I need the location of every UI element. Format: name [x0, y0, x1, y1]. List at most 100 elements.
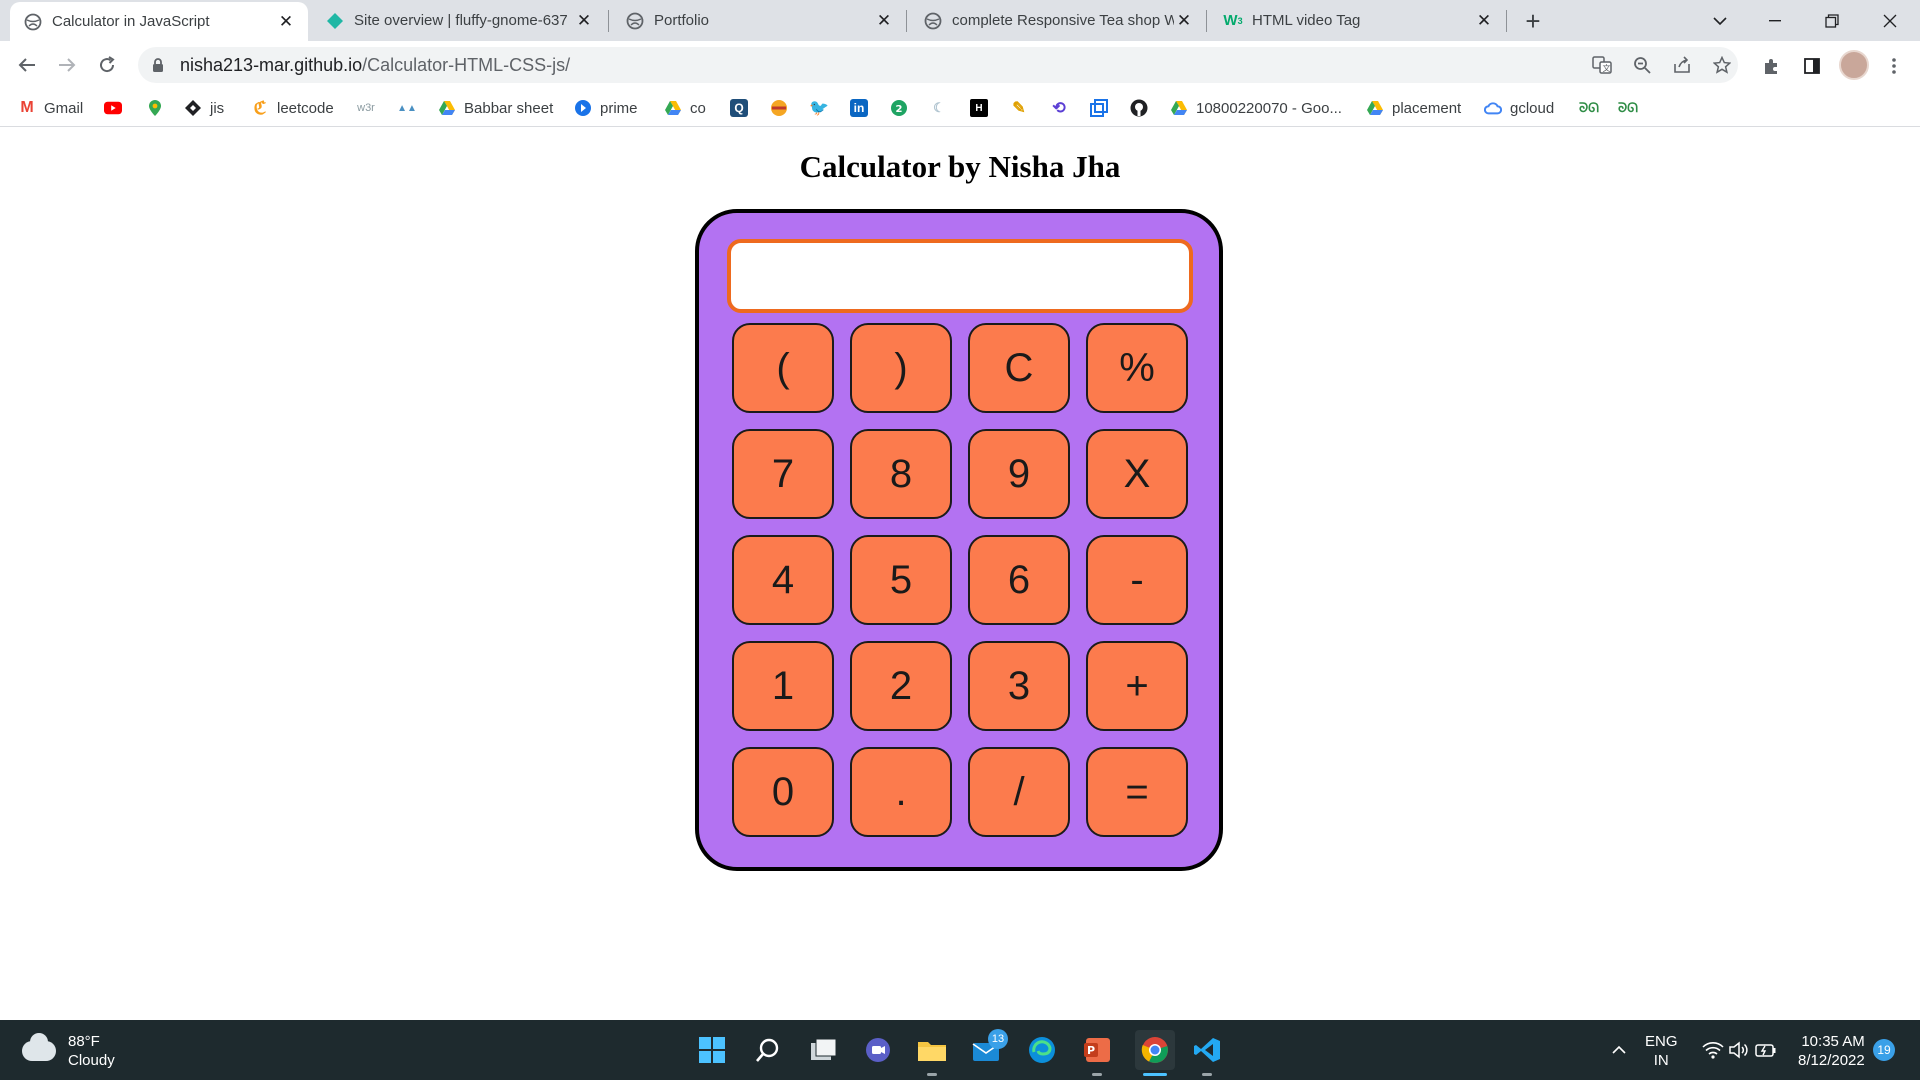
bookmark-leetcode[interactable]: ℭleetcode	[251, 96, 334, 120]
bookmark-youtube[interactable]	[104, 96, 130, 120]
file-explorer-button[interactable]	[915, 1033, 949, 1067]
bookmark-jis[interactable]: jis	[184, 96, 224, 120]
bookmark-gfg[interactable]: ᘐᘏ	[1618, 96, 1645, 120]
bookmark-moon[interactable]: ☾	[930, 96, 956, 120]
key-percent[interactable]: %	[1086, 323, 1188, 413]
bookmark-search-tool[interactable]: Q	[730, 96, 756, 120]
gfg-icon: ᘐᘏ	[1618, 100, 1638, 115]
notification-badge[interactable]: 19	[1873, 1039, 1895, 1061]
close-icon[interactable]: ✕	[1174, 11, 1194, 31]
share-icon[interactable]	[1667, 50, 1697, 80]
close-icon[interactable]: ✕	[276, 12, 296, 32]
tab-html-video[interactable]: W3 HTML video Tag ✕	[1210, 0, 1506, 41]
vscode-icon	[1194, 1038, 1220, 1062]
start-button[interactable]	[695, 1033, 729, 1067]
tab-calculator[interactable]: Calculator in JavaScript ✕	[10, 2, 308, 41]
key-6[interactable]: 6	[968, 535, 1070, 625]
clock[interactable]: 10:35 AM 8/12/2022	[1798, 1032, 1865, 1070]
tab-site-overview[interactable]: Site overview | fluffy-gnome-637 ✕	[312, 0, 606, 41]
weather-widget[interactable]: 88°F Cloudy	[22, 1032, 115, 1070]
mail-badge: 13	[988, 1029, 1008, 1049]
close-window-button[interactable]	[1866, 0, 1914, 41]
bookmark-co[interactable]: co	[664, 96, 706, 120]
cloud-icon	[22, 1033, 56, 1061]
edge-button[interactable]	[1025, 1033, 1059, 1067]
key-open-paren[interactable]: (	[732, 323, 834, 413]
address-bar[interactable]: nisha213-mar.github.io/Calculator-HTML-C…	[138, 47, 1738, 83]
zoom-icon[interactable]	[1627, 50, 1657, 80]
bookmark-twitter[interactable]: 🐦	[809, 96, 836, 120]
bookmark-chat[interactable]: 2	[890, 96, 916, 120]
calculator-display[interactable]	[727, 239, 1193, 313]
key-close-paren[interactable]: )	[850, 323, 952, 413]
key-4[interactable]: 4	[732, 535, 834, 625]
back-button[interactable]	[13, 51, 41, 79]
mail-button[interactable]: 13	[970, 1029, 1008, 1067]
bookmark-maps[interactable]	[146, 96, 172, 120]
restore-button[interactable]	[1808, 0, 1856, 41]
bookmark-pen[interactable]: ✎	[1010, 96, 1036, 120]
bookmark-w3schools[interactable]: w3r	[357, 96, 383, 120]
bookmark-gfg[interactable]: ᘐᘏ	[1579, 96, 1606, 120]
key-divide[interactable]: /	[968, 747, 1070, 837]
bookmark-sheet[interactable]: ▲▲	[397, 96, 424, 120]
key-clear[interactable]: C	[968, 323, 1070, 413]
key-equals[interactable]: =	[1086, 747, 1188, 837]
forward-button[interactable]	[53, 51, 81, 79]
key-2[interactable]: 2	[850, 641, 952, 731]
bookmark-babbar-sheet[interactable]: Babbar sheet	[438, 96, 553, 120]
tab-portfolio[interactable]: Portfolio ✕	[612, 0, 906, 41]
reload-button[interactable]	[93, 51, 121, 79]
key-0[interactable]: 0	[732, 747, 834, 837]
key-minus[interactable]: -	[1086, 535, 1188, 625]
key-5[interactable]: 5	[850, 535, 952, 625]
close-icon[interactable]: ✕	[574, 11, 594, 31]
drive-icon	[1366, 99, 1384, 117]
bookmark-github[interactable]	[1130, 96, 1156, 120]
chevron-down-icon	[1713, 16, 1727, 25]
side-panel-icon[interactable]	[1797, 51, 1827, 81]
key-3[interactable]: 3	[968, 641, 1070, 731]
profile-avatar[interactable]	[1839, 50, 1869, 80]
vscode-button[interactable]	[1190, 1033, 1224, 1067]
battery-icon[interactable]	[1749, 1033, 1783, 1067]
tray-overflow-button[interactable]	[1602, 1033, 1636, 1067]
search-button[interactable]	[751, 1033, 785, 1067]
chrome-button[interactable]	[1135, 1030, 1175, 1070]
bookmark-placement[interactable]: placement	[1366, 96, 1461, 120]
powerpoint-button[interactable]: P	[1080, 1033, 1114, 1067]
key-8[interactable]: 8	[850, 429, 952, 519]
minimize-button[interactable]	[1751, 0, 1799, 41]
bookmark-drive-file[interactable]: 10800220070 - Goo...	[1170, 96, 1342, 120]
bookmark-linkedin[interactable]: in	[850, 96, 876, 120]
menu-icon[interactable]	[1879, 51, 1909, 81]
chat-icon: 2	[890, 99, 908, 117]
youtube-icon	[104, 99, 122, 117]
teams-chat-button[interactable]	[861, 1033, 895, 1067]
bookmark-codechef[interactable]	[770, 96, 796, 120]
close-icon[interactable]: ✕	[1474, 11, 1494, 31]
new-tab-button[interactable]: +	[1519, 6, 1547, 36]
key-1[interactable]: 1	[732, 641, 834, 731]
bookmark-prime[interactable]: prime	[574, 96, 638, 120]
tab-search-button[interactable]	[1696, 0, 1744, 41]
close-icon[interactable]: ✕	[874, 11, 894, 31]
key-9[interactable]: 9	[968, 429, 1070, 519]
pen-icon: ✎	[1012, 100, 1026, 117]
bookmark-gmail[interactable]: M Gmail	[18, 96, 83, 120]
key-multiply[interactable]: X	[1086, 429, 1188, 519]
star-icon[interactable]	[1707, 50, 1737, 80]
bookmark-gcloud[interactable]: gcloud	[1484, 96, 1554, 120]
bookmark-hackerrank[interactable]: H	[970, 96, 996, 120]
tab-tea-shop[interactable]: complete Responsive Tea shop W ✕	[910, 0, 1206, 41]
bookmark-sync[interactable]: ⟲	[1050, 96, 1076, 120]
bookmark-window[interactable]	[1090, 96, 1116, 120]
task-view-button[interactable]	[806, 1033, 840, 1067]
key-plus[interactable]: +	[1086, 641, 1188, 731]
extensions-icon[interactable]	[1756, 51, 1786, 81]
key-decimal[interactable]: .	[850, 747, 952, 837]
prime-icon	[574, 99, 592, 117]
key-7[interactable]: 7	[732, 429, 834, 519]
language-indicator[interactable]: ENG IN	[1645, 1032, 1678, 1070]
translate-icon[interactable]: 文	[1587, 50, 1617, 80]
